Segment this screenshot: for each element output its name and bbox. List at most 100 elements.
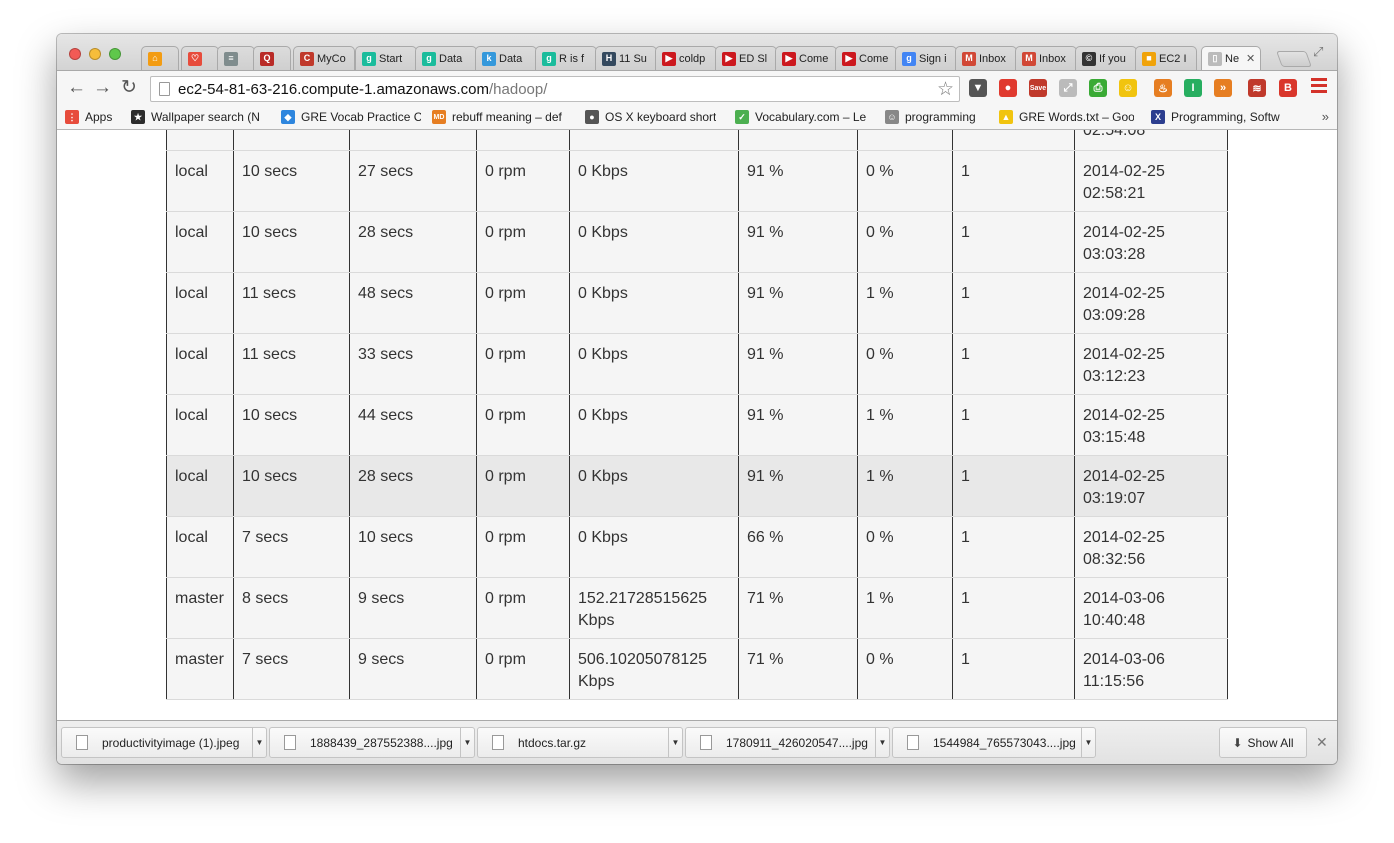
table-row: local 10 secs 27 secs 0 rpm 0 Kbps 91 % 0 % 1 20…: [166, 150, 1228, 212]
fire-icon[interactable]: ♨: [1154, 79, 1172, 97]
pushbullet-icon[interactable]: I: [1184, 79, 1202, 97]
x-icon: X: [1151, 110, 1165, 124]
minimize-window-button[interactable]: [89, 48, 101, 60]
download-menu-button[interactable]: ▼: [668, 728, 682, 757]
download-item[interactable]: 1780911_426020547....jpg ▼: [685, 727, 890, 758]
tab[interactable]: Q: [253, 46, 291, 70]
tab[interactable]: ▶ ED Sl: [715, 46, 777, 70]
forward-button[interactable]: →: [93, 77, 112, 99]
download-item[interactable]: productivityimage (1).jpeg ▼: [61, 727, 267, 758]
table-cell: 2014-02-25 03:03:28: [1074, 211, 1228, 273]
bookmark-item[interactable]: X Programming, Softw: [1151, 110, 1280, 124]
zoom-window-button[interactable]: [109, 48, 121, 60]
table-cell: master: [166, 577, 234, 639]
table-cell: 1: [952, 150, 1075, 212]
adblock-icon[interactable]: ●: [999, 79, 1017, 97]
drive-icon: ▲: [999, 110, 1013, 124]
save-icon[interactable]: Save: [1029, 79, 1047, 97]
address-bar[interactable]: ec2-54-81-63-216.compute-1.amazonaws.com…: [150, 76, 960, 102]
tab[interactable]: C MyCo: [293, 46, 355, 70]
table-cell: 10 secs: [233, 455, 350, 517]
tab[interactable]: ♡: [181, 46, 219, 70]
tab[interactable]: H 11 Su: [595, 46, 657, 70]
tab[interactable]: ▯ Ne ✕: [1201, 46, 1261, 70]
download-item[interactable]: htdocs.tar.gz ▼: [477, 727, 683, 758]
bookmarks-overflow-button[interactable]: »: [1322, 109, 1329, 124]
tab[interactable]: gR is f: [535, 46, 597, 70]
tab[interactable]: ▶ Come: [835, 46, 897, 70]
toolbar: ← → ↻ ec2-54-81-63-216.compute-1.amazona…: [57, 70, 1337, 106]
g-icon: g: [542, 51, 556, 66]
tab-title: Come: [799, 52, 829, 65]
home-icon: ⌂: [148, 51, 162, 66]
print-icon[interactable]: ⎙: [1089, 79, 1107, 97]
tab[interactable]: ▶ Come: [775, 46, 837, 70]
new-tab-button[interactable]: [1276, 51, 1312, 67]
tab-close-icon[interactable]: ✕: [1246, 52, 1255, 65]
table-cell: 02:54:08: [1074, 130, 1228, 151]
bookmark-label: Apps: [85, 110, 113, 124]
tab[interactable]: k Data: [475, 46, 537, 70]
table-cell: 66 %: [738, 516, 858, 578]
table-cell: 91 %: [738, 455, 858, 517]
tab[interactable]: M Inbox: [955, 46, 1017, 70]
table-cell: 0 rpm: [476, 516, 570, 578]
table-cell: 0 rpm: [476, 272, 570, 334]
table-cell: 1 %: [857, 455, 953, 517]
table-row: local 11 secs 33 secs 0 rpm 0 Kbps 91 % 0 % 1 20…: [166, 333, 1228, 395]
download-menu-button[interactable]: ▼: [252, 728, 266, 757]
tab[interactable]: g Sign i: [895, 46, 957, 70]
download-menu-button[interactable]: ▼: [460, 728, 474, 757]
table-cell: 44 secs: [349, 394, 477, 456]
tab[interactable]: © If you: [1075, 46, 1137, 70]
table-row: local 7 secs 10 secs 0 rpm 0 Kbps 66 % 0 % 1 201…: [166, 516, 1228, 578]
tab[interactable]: M Inbox: [1015, 46, 1077, 70]
reload-button[interactable]: ↻: [121, 77, 137, 99]
table-cell: [476, 130, 570, 151]
layers-icon[interactable]: ≋: [1248, 79, 1266, 97]
table-cell: 2014-03-06 10:40:48: [1074, 577, 1228, 639]
resize-icon[interactable]: ⤢: [1059, 79, 1077, 97]
tab[interactable]: ■ EC2 I: [1135, 46, 1197, 70]
show-all-downloads-button[interactable]: ⬇ Show All: [1219, 727, 1307, 758]
file-icon: [76, 735, 88, 750]
bookmark-item[interactable]: ✓ Vocabulary.com – Le: [735, 110, 866, 124]
tab-title: Sign i: [919, 52, 947, 65]
pocket-icon[interactable]: ▼: [969, 79, 987, 97]
bookmark-item[interactable]: ★ Wallpaper search (N: [131, 110, 260, 124]
table-cell: 1: [952, 638, 1075, 700]
tab[interactable]: g Data: [415, 46, 477, 70]
aws-icon: ■: [1142, 51, 1156, 66]
bookmark-item[interactable]: ◆ GRE Vocab Practice C: [281, 110, 421, 124]
close-window-button[interactable]: [69, 48, 81, 60]
download-menu-button[interactable]: ▼: [875, 728, 889, 757]
bookmark-item[interactable]: ⋮ Apps: [65, 110, 112, 124]
apps-icon: ⋮: [65, 110, 79, 124]
chrome-menu-icon[interactable]: [1311, 78, 1327, 96]
back-button[interactable]: ←: [67, 77, 86, 99]
bookmark-item[interactable]: ▲ GRE Words.txt – Goo: [999, 110, 1134, 124]
bookmark-item[interactable]: MD rebuff meaning – def: [432, 110, 562, 124]
fullscreen-icon[interactable]: ⤢: [1313, 44, 1323, 60]
tab[interactable]: ▶ coldp: [655, 46, 717, 70]
bookmark-item[interactable]: ● OS X keyboard short: [585, 110, 716, 124]
tab[interactable]: ≡: [217, 46, 255, 70]
tab-title: Data: [439, 52, 463, 65]
download-item[interactable]: 1888439_287552388....jpg ▼: [269, 727, 475, 758]
tab[interactable]: g Start: [355, 46, 417, 70]
bookmark-star-icon[interactable]: ☆: [937, 78, 954, 101]
tab-title: R is f: [559, 52, 585, 65]
bookmark-item[interactable]: ☺ programming: [885, 110, 976, 124]
close-shelf-icon[interactable]: ✕: [1316, 734, 1328, 751]
download-item[interactable]: 1544984_765573043....jpg ▼: [892, 727, 1096, 758]
download-menu-button[interactable]: ▼: [1081, 728, 1095, 757]
url-text: ec2-54-81-63-216.compute-1.amazonaws.com…: [178, 81, 547, 98]
tab[interactable]: ⌂: [141, 46, 179, 70]
b-icon[interactable]: B: [1279, 79, 1297, 97]
youtube-icon: ▶: [842, 51, 856, 66]
emoji-icon[interactable]: ☺: [1119, 79, 1137, 97]
table-cell: 2014-02-25 03:09:28: [1074, 272, 1228, 334]
bookmark-label: Wallpaper search (N: [151, 110, 260, 124]
wallpaper-icon: ★: [131, 110, 145, 124]
forward-icon[interactable]: »: [1214, 79, 1232, 97]
